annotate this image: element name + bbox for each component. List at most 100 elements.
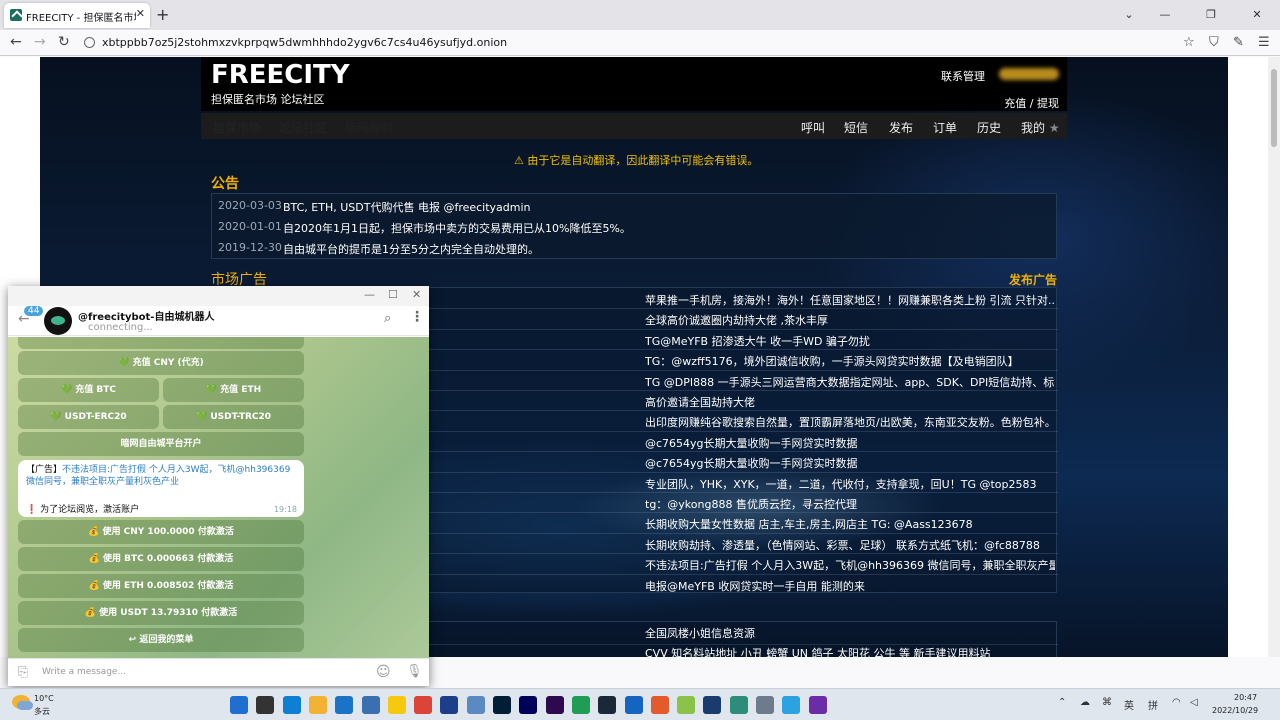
telegram-icon[interactable] [782,696,801,714]
bot-name[interactable]: @freecitybot-自由城机器人 [78,308,214,323]
site-logo[interactable]: FREECITY [211,60,350,90]
chrome-icon[interactable] [414,696,433,714]
tg-close-icon[interactable]: ✕ [412,288,421,301]
chat-message[interactable]: 【广告】不违法项目:广告打假 个人月入3W起，飞机@hh396369 微信同号，… [18,460,304,517]
tg-maximize-icon[interactable]: ☐ [388,288,398,301]
app-yellow-icon[interactable] [677,696,696,714]
premiere-icon[interactable] [545,696,564,714]
bookmark-star-icon[interactable]: ☆ [1183,35,1195,50]
new-tab-icon[interactable]: + [156,5,169,24]
attach-icon[interactable]: ⎘ [18,665,28,680]
clock-time[interactable]: 20:47 [1234,693,1257,702]
sticky-icon[interactable] [387,696,406,714]
translation-warning: ⚠ 由于它是自动翻译，因此翻译中可能会有错误。 [514,152,758,168]
menu-publish[interactable]: 发布 [889,119,913,136]
tor-icon[interactable] [808,696,827,714]
search-icon[interactable]: ⌕ [384,311,391,326]
menu-icon[interactable]: ☰ [1258,35,1270,50]
scrollbar-thumb[interactable] [1271,69,1277,147]
tg-minimize-icon[interactable]: — [364,288,375,301]
url-text[interactable]: xbtppbb7oz5j2stohmxzvkprpqw5dwmhhhdo2ygv… [102,36,507,49]
pay-btc-button[interactable]: 💰 使用 BTC 0.000663 付款激活 [18,547,304,571]
mail-icon[interactable] [335,696,354,714]
clock-date[interactable]: 2022/10/29 [1212,706,1258,715]
ad-item[interactable]: CVV 知名料站地址 小丑 螃蟹 UN 鸽子 太阳花 公牛 等 新手建议用料站 [645,645,1055,657]
more-options-icon[interactable]: ⋮ [410,309,424,325]
explorer-icon[interactable] [308,696,327,714]
minimize-icon[interactable]: — [1142,0,1188,30]
menu-call[interactable]: 呼叫 [801,119,825,136]
keyboard-button-btc[interactable]: 💚 充值 BTC [18,378,159,402]
contact-admin-link[interactable]: 联系管理 [941,68,985,84]
message-link[interactable]: 不违法项目:广告打假 个人月入3W起，飞机@hh396369 微信同号，兼职全职… [26,465,290,487]
cloud-icon[interactable]: ☁ [1080,697,1090,708]
edge-icon[interactable] [282,696,301,714]
ad-item[interactable]: 电报@MeYFB 收网贷实时一手自用 能测的来 [645,578,1055,598]
menu-rules[interactable]: 暗网规则 [345,119,393,136]
extensions-icon[interactable]: ✎ [1233,35,1244,50]
restore-icon[interactable]: ❐ [1188,0,1234,30]
chat-area[interactable]: 💚 充值 CNY (代充) 💚 充值 BTC 💚 充值 ETH 💚 USDT-E… [8,337,429,658]
app-gray-icon[interactable] [756,696,774,714]
microphone-icon[interactable]: 🎙 [406,664,423,679]
site-favicon-icon [10,9,22,21]
publish-ad-link[interactable]: 发布广告 [1009,271,1057,288]
ime-language[interactable]: 英 [1124,697,1134,712]
tab-close-icon[interactable]: ✕ [136,7,145,20]
page-scrollbar[interactable] [1268,57,1280,657]
photos-icon[interactable] [466,696,485,714]
app-teal-icon[interactable] [729,696,748,714]
menu-orders[interactable]: 订单 [933,119,957,136]
tab-list-icon[interactable]: ⌄ [1116,0,1142,30]
menu-mine[interactable]: 我的 ★ [1021,119,1060,136]
back-arrow-icon[interactable]: ← [10,34,22,50]
pay-usdt-button[interactable]: 💰 使用 USDT 13.79310 付款激活 [18,601,304,625]
vpn-icon[interactable] [440,696,459,714]
keyboard-button-trc20[interactable]: 💚 USDT-TRC20 [163,405,304,429]
ime-mode[interactable]: 拼 [1148,697,1158,712]
volume-icon[interactable]: ◁ [1190,697,1198,708]
announcement-text: 自2020年1月1日起，担保市场中卖方的交易费用已从10%降低至5%。 [283,222,631,235]
back-to-menu-button[interactable]: ↩ 返回我的菜单 [18,628,304,652]
keyboard-button[interactable] [18,337,304,349]
menu-forum[interactable]: 论坛社区 [279,119,327,136]
address-bar[interactable]: xbtppbb7oz5j2stohmxzvkprpqw5dwmhhhdo2ygv… [78,32,1178,54]
app-navy-icon[interactable] [703,696,722,714]
bot-avatar[interactable] [44,307,72,335]
menu-history[interactable]: 历史 [977,119,1001,136]
photoshop-icon[interactable] [493,696,511,714]
screen-icon[interactable] [361,696,380,714]
network-icon[interactable]: ⌘ [1102,697,1112,708]
reload-icon[interactable]: ↻ [58,34,70,50]
keyboard-button-cny[interactable]: 💚 充值 CNY (代充) [18,351,304,375]
menu-escrow-market[interactable]: 担保市场 [213,119,261,136]
recharge-withdraw-link[interactable]: 充值 / 提现 [1004,95,1059,111]
keyboard-button-eth[interactable]: 💚 充值 ETH [163,378,304,402]
dts-icon[interactable] [650,696,669,714]
wifi-icon[interactable]: ◠ [1172,697,1181,708]
start-icon[interactable] [230,696,248,714]
tray-chevron-icon[interactable]: ⌃ [1058,697,1066,708]
pay-cny-button[interactable]: 💰 使用 CNY 100.0000 付款激活 [18,520,304,544]
emoji-icon[interactable]: ☺ [376,664,391,680]
telegram-titlebar: — ☐ ✕ [8,286,429,306]
weather-icon[interactable] [12,695,33,710]
ad-item[interactable]: 全国凤楼小姐信息资源 [645,625,1055,645]
shield-icon[interactable]: ⛉ [1209,35,1219,50]
keyboard-button-erc20[interactable]: 💚 USDT-ERC20 [18,405,159,429]
app-blue-icon[interactable] [624,696,643,714]
weather-description[interactable]: 多云 [34,706,50,717]
pay-eth-button[interactable]: 💰 使用 ETH 0.008502 付款激活 [18,574,304,598]
audition-icon[interactable] [519,696,538,714]
menu-sms[interactable]: 短信 [844,119,868,136]
weather-temperature[interactable]: 10°C [34,694,54,703]
message-input[interactable]: Write a message... [42,667,126,677]
keyboard-button-open-account[interactable]: 暗网自由城平台开户 [18,432,304,456]
browser-tab[interactable]: FREECITY - 担保匿名市场 论坛 ✕ [4,3,150,28]
app-green-icon[interactable] [571,696,590,714]
search-icon[interactable] [256,696,275,714]
forward-arrow-icon[interactable]: → [34,34,46,50]
site-info-icon[interactable] [84,37,95,48]
steam-icon[interactable] [598,696,617,714]
close-window-icon[interactable]: ✕ [1234,0,1280,30]
